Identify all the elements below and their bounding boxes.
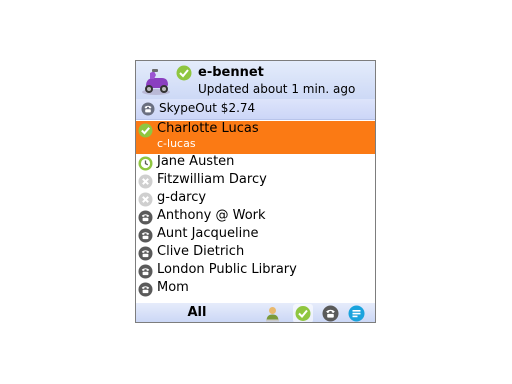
skype-window: e-bennet Updated about 1 min. ago SkypeO…: [135, 60, 376, 323]
contact-name: Clive Dietrich: [157, 244, 245, 259]
phone-contact-icon: [138, 282, 153, 297]
chat-filter-icon[interactable]: [348, 305, 365, 322]
phone-filter-icon[interactable]: [322, 305, 339, 322]
skypeout-balance[interactable]: SkypeOut $2.74: [136, 99, 375, 120]
contact-name: Anthony @ Work: [157, 208, 266, 223]
contact-row-fitzwilliam-darcy[interactable]: Fitzwilliam Darcy: [136, 172, 375, 190]
contact-row-jane-austen[interactable]: Jane Austen: [136, 154, 375, 172]
scooter-avatar-icon: [142, 69, 170, 95]
contacts-person-icon[interactable]: [264, 305, 281, 322]
phone-contact-icon: [138, 264, 153, 279]
contact-name: Mom: [157, 280, 189, 295]
contact-name: Charlotte Lucas: [157, 121, 259, 136]
phone-contact-icon: [138, 210, 153, 225]
contact-row-anthony-work[interactable]: Anthony @ Work: [136, 208, 375, 226]
contact-row-charlotte-lucas[interactable]: Charlotte Lucas c-lucas: [136, 121, 375, 154]
phone-contact-icon: [138, 246, 153, 261]
offline-icon: [138, 174, 153, 189]
online-filter-icon[interactable]: [293, 304, 313, 323]
contact-name: Fitzwilliam Darcy: [157, 172, 267, 187]
skypeout-label: SkypeOut $2.74: [159, 101, 256, 115]
filter-bar: All: [136, 303, 375, 323]
contact-name: Aunt Jacqueline: [157, 226, 259, 241]
tab-all[interactable]: All: [136, 303, 258, 322]
phone-contact-icon: [138, 228, 153, 243]
contact-handle: c-lucas: [157, 137, 196, 150]
online-icon: [138, 123, 153, 138]
contact-row-g-darcy[interactable]: g-darcy: [136, 190, 375, 208]
away-clock-icon: [138, 156, 153, 171]
profile-header[interactable]: e-bennet Updated about 1 min. ago: [136, 61, 375, 99]
contact-row-clive-dietrich[interactable]: Clive Dietrich: [136, 244, 375, 262]
contact-name: Jane Austen: [157, 154, 235, 169]
username: e-bennet: [198, 65, 264, 80]
status-text: Updated about 1 min. ago: [198, 82, 356, 96]
contact-row-aunt-jacqueline[interactable]: Aunt Jacqueline: [136, 226, 375, 244]
online-check-icon: [176, 65, 192, 81]
skypeout-phone-icon: [141, 102, 155, 116]
offline-icon: [138, 192, 153, 207]
contact-row-london-public-library[interactable]: London Public Library: [136, 262, 375, 280]
contact-name: g-darcy: [157, 190, 207, 205]
contact-name: London Public Library: [157, 262, 297, 277]
contact-row-mom[interactable]: Mom: [136, 280, 375, 298]
